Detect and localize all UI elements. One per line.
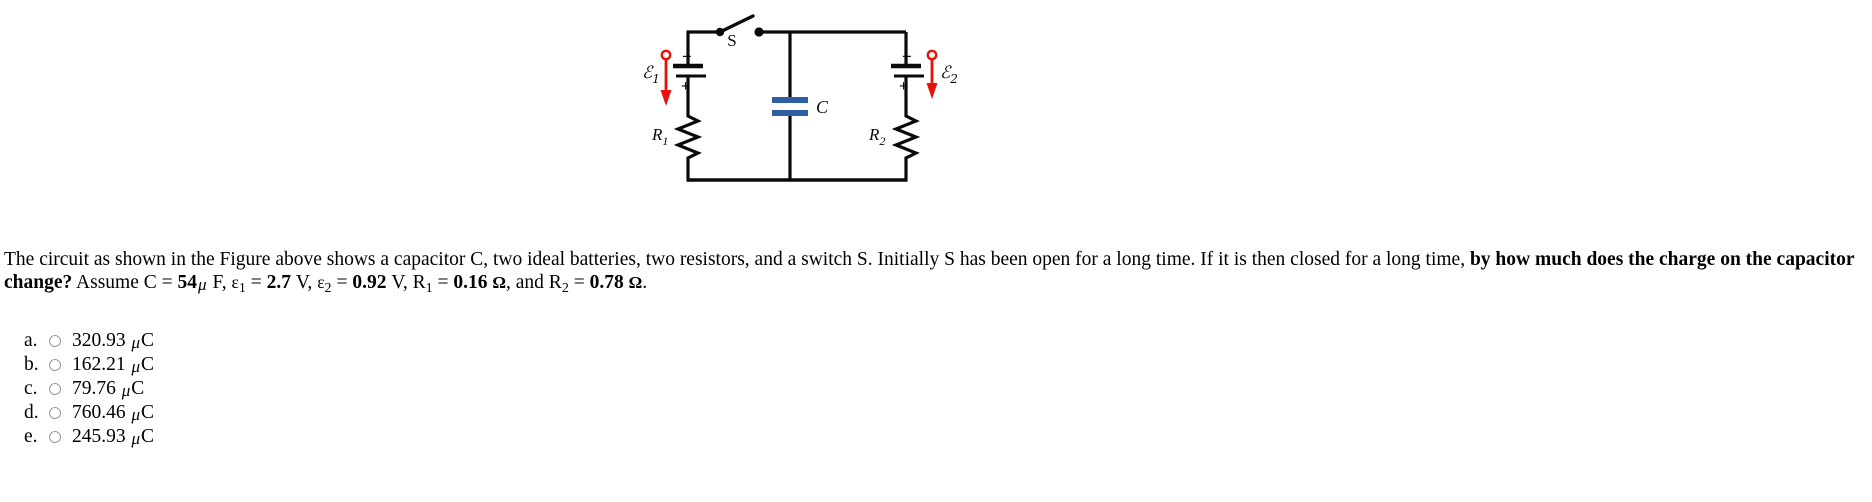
emf2-label: ℰ2 <box>940 63 958 86</box>
option-row-a[interactable]: a. 320.93 μC <box>24 330 444 352</box>
coulomb-unit-c: C <box>131 377 145 399</box>
option-value-e: 245.93 <box>72 425 126 447</box>
resistor1-zigzag-icon <box>673 112 703 180</box>
option-radio-a[interactable] <box>49 335 61 347</box>
option-row-c[interactable]: c. 79.76 μC <box>24 378 444 400</box>
eps2-symbol: ε <box>317 272 325 292</box>
option-letter-e: e. <box>24 426 38 447</box>
option-row-d[interactable]: d. 760.46 μC <box>24 402 444 424</box>
option-label-a: 320.93 μC <box>72 330 154 353</box>
option-radio-d[interactable] <box>49 407 61 419</box>
capacitor-bottom-plate-icon <box>772 110 808 116</box>
capacitor-top-plate-icon <box>772 97 808 103</box>
ohm-unit-2: Ω <box>628 273 643 292</box>
switch-label: S <box>727 31 736 50</box>
battery2-minus-sign: − <box>902 47 912 66</box>
mu-symbol-c: μ <box>121 380 131 400</box>
option-letter-c: c. <box>24 378 38 399</box>
circuit-diagram-svg: S C − + ℰ1 R1 − + ℰ2 R2 <box>642 14 958 182</box>
equals-2: = <box>331 272 353 293</box>
option-row-e[interactable]: e. 245.93 μC <box>24 426 444 448</box>
question-part-1: The circuit as shown in the Figure above… <box>4 249 1470 270</box>
option-label-c: 79.76 μC <box>72 378 144 401</box>
equals-1: = <box>245 272 267 293</box>
volt-unit-2: V, R <box>386 272 426 293</box>
coulomb-unit-e: C <box>141 425 155 447</box>
option-label-b: 162.21 μC <box>72 354 154 377</box>
switch-blade-icon[interactable] <box>718 14 755 34</box>
option-value-a: 320.93 <box>72 329 126 351</box>
option-label-d: 760.46 μC <box>72 402 154 425</box>
emf1-arrow-circle-icon <box>660 49 672 61</box>
resistor2-zigzag-icon <box>891 112 921 180</box>
eps1-subscript: 1 <box>238 279 246 296</box>
coulomb-unit-d: C <box>141 401 155 423</box>
volt-unit-1: V, <box>290 272 318 293</box>
r2-subscript: 2 <box>561 279 569 296</box>
mu-symbol-e: μ <box>131 428 141 448</box>
battery1-minus-sign: − <box>682 47 692 66</box>
eps2-value: 0.92 <box>352 272 387 293</box>
option-row-b[interactable]: b. 162.21 μC <box>24 354 444 376</box>
option-letter-b: b. <box>24 354 39 375</box>
resistor2-label: R2 <box>868 125 885 148</box>
emf2-arrow-circle-icon <box>926 49 938 61</box>
r1-value: 0.16 <box>453 272 488 293</box>
emf1-label: ℰ1 <box>642 63 660 86</box>
circuit-figure: S C − + ℰ1 R1 − + ℰ2 R2 <box>640 0 1000 205</box>
eps1-value: 2.7 <box>266 272 291 293</box>
r2-value: 0.78 <box>589 272 624 293</box>
emf2-arrow-head-icon <box>926 83 938 99</box>
mu-symbol-b: μ <box>131 356 141 376</box>
eps2-subscript: 2 <box>324 279 332 296</box>
capacitor-label: C <box>816 97 829 117</box>
coulomb-unit-a: C <box>141 329 155 351</box>
option-radio-c[interactable] <box>49 383 61 395</box>
and-text: , and R <box>506 272 562 293</box>
answer-options-list: a. 320.93 μC b. 162.21 μC c. 79.76 μC d.… <box>24 330 444 450</box>
final-period: . <box>642 272 648 293</box>
option-letter-d: d. <box>24 402 39 423</box>
mu-symbol-capacitance: μ <box>198 275 207 294</box>
mu-symbol-d: μ <box>131 404 141 424</box>
capacitance-value: 54 <box>177 272 198 293</box>
option-radio-b[interactable] <box>49 359 61 371</box>
question-part-2: Assume C = <box>72 272 178 293</box>
option-value-b: 162.21 <box>72 353 126 375</box>
emf1-arrow-head-icon <box>660 90 672 106</box>
option-letter-a: a. <box>24 330 38 351</box>
ohm-unit-1: Ω <box>492 273 507 292</box>
option-value-c: 79.76 <box>72 377 116 399</box>
r1-subscript: 1 <box>425 279 433 296</box>
option-value-d: 760.46 <box>72 401 126 423</box>
farad-unit: F, <box>207 272 232 293</box>
equals-4: = <box>568 272 590 293</box>
equals-3: = <box>432 272 454 293</box>
resistor1-label: R1 <box>651 125 668 148</box>
eps1-symbol: ε <box>231 272 239 292</box>
question-statement: The circuit as shown in the Figure above… <box>4 248 1868 300</box>
option-radio-e[interactable] <box>49 431 61 443</box>
mu-symbol-a: μ <box>131 332 141 352</box>
option-label-e: 245.93 μC <box>72 426 154 449</box>
coulomb-unit-b: C <box>141 353 155 375</box>
